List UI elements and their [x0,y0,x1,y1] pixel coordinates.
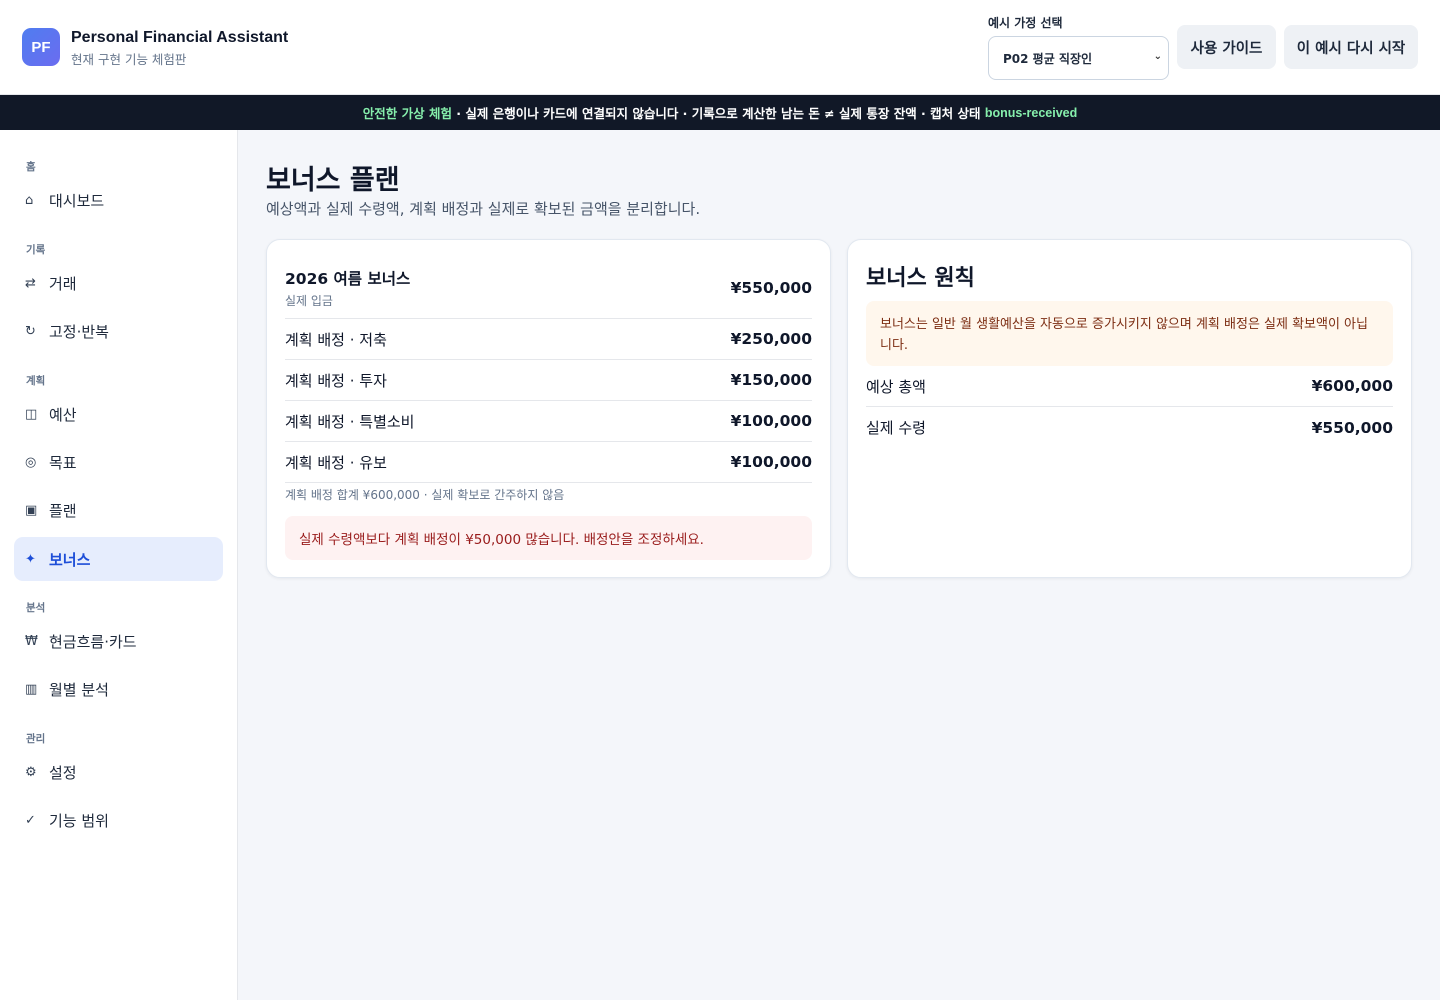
bonus-name: 2026 여름 보너스 [285,270,411,288]
allocation-row: 계획 배정 · 유보 ¥100,000 [285,442,812,483]
bonus-principles-card: 보너스 원칙 보너스는 일반 월 생활예산을 자동으로 증가시키지 않으며 계획… [847,239,1412,578]
sidebar-item-label: 대시보드 [49,191,105,210]
allocation-row: 계획 배정 · 특별소비 ¥100,000 [285,401,812,442]
allocation-amount: ¥100,000 [730,453,812,471]
budget-icon: ◫ [25,406,38,422]
swap-icon: ⇄ [25,275,36,291]
sidebar-section-home: 홈 [26,161,36,173]
page-title: 보너스 플랜 [266,165,400,196]
allocation-amount: ¥250,000 [730,330,812,348]
allocation-label: 계획 배정 · 유보 [285,453,387,472]
over-allocation-warning: 실제 수령액보다 계획 배정이 ¥50,000 많습니다. 배정안을 조정하세요… [285,516,812,560]
sidebar-item-monthly-analysis[interactable]: ▥ 월별 분석 [14,667,223,711]
sidebar-item-label: 고정·반복 [49,322,109,341]
bonus-card: 2026 여름 보너스 실제 입금 ¥550,000 계획 배정 · 저축 ¥2… [266,239,831,578]
sidebar-item-label: 플랜 [49,501,77,520]
expected-total-label: 예상 총액 [866,377,926,396]
restart-example-button[interactable]: 이 예시 다시 시작 [1284,25,1418,69]
app-logo: PF [22,28,60,66]
plan-icon: ▣ [25,502,38,518]
warning-text: 실제 수령액보다 계획 배정이 ¥50,000 많습니다. 배정안을 조정하세요… [299,532,704,548]
actual-received-value: ¥550,000 [1311,418,1393,437]
sidebar-section-planning: 계획 [26,375,46,387]
bonus-header-row: 2026 여름 보너스 실제 입금 ¥550,000 [285,258,812,319]
principles-notice: 보너스는 일반 월 생활예산을 자동으로 증가시키지 않으며 계획 배정은 실제… [866,301,1393,366]
allocation-label: 계획 배정 · 투자 [285,371,387,390]
scenario-select[interactable]: P02 평균 직장인 ⌄ [988,36,1169,80]
chevron-down-icon: ⌄ [1153,51,1162,62]
allocation-label: 계획 배정 · 저축 [285,330,387,349]
sidebar-item-label: 설정 [49,763,77,782]
banner-text: · 실제 은행이나 카드에 연결되지 않습니다 · 기록으로 계산한 남는 돈 … [451,106,985,121]
bar-chart-icon: ▥ [25,681,38,697]
actual-received-row: 실제 수령 ¥550,000 [866,407,1393,448]
sidebar-item-bonus[interactable]: ✦ 보너스 [14,537,223,581]
sidebar-item-label: 목표 [49,453,77,472]
check-icon: ✓ [25,812,36,828]
actual-received-label: 실제 수령 [866,419,926,437]
app-title: Personal Financial Assistant [71,29,289,46]
allocation-amount: ¥150,000 [730,371,812,389]
bonus-amount: ¥550,000 [730,279,812,297]
sparkle-icon: ✦ [25,551,36,567]
sidebar-item-recurring[interactable]: ↻ 고정·반복 [14,309,223,353]
sidebar-section-analysis: 분석 [26,602,46,614]
safety-banner: 안전한 가상 체험 · 실제 은행이나 카드에 연결되지 않습니다 · 기록으로… [0,95,1440,130]
app-header: PF Personal Financial Assistant 현재 구현 기능… [0,0,1440,95]
app-subtitle: 현재 구현 기능 체험판 [71,52,187,67]
sidebar-item-label: 예산 [49,405,77,424]
allocation-amount: ¥100,000 [730,412,812,430]
principles-title: 보너스 원칙 [866,266,975,291]
sidebar-item-plan[interactable]: ▣ 플랜 [14,488,223,532]
page-description: 예상액과 실제 수령액, 계획 배정과 실제로 확보된 금액을 분리합니다. [266,200,701,218]
sidebar-section-manage: 관리 [26,733,46,745]
allocation-row: 계획 배정 · 저축 ¥250,000 [285,319,812,360]
expected-total-value: ¥600,000 [1311,377,1393,395]
sidebar-item-feature-scope[interactable]: ✓ 기능 범위 [14,798,223,842]
refresh-icon: ↻ [25,323,36,339]
sidebar-item-goals[interactable]: ◎ 목표 [14,440,223,484]
sidebar-section-records: 기록 [26,244,46,256]
target-icon: ◎ [25,454,37,470]
sidebar-item-label: 거래 [49,274,77,293]
bonus-status: 실제 입금 [285,294,333,308]
sidebar-item-budget[interactable]: ◫ 예산 [14,392,223,436]
sidebar-item-label: 기능 범위 [49,811,109,830]
sidebar-item-label: 보너스 [49,550,91,569]
won-icon: ₩ [25,633,38,649]
notice-text: 보너스는 일반 월 생활예산을 자동으로 증가시키지 않으며 계획 배정은 실제… [880,317,1368,353]
banner-state: bonus-received [984,105,1078,120]
allocation-label: 계획 배정 · 특별소비 [285,412,415,431]
allocation-sum-note: 계획 배정 합계 ¥600,000 · 실제 확보로 간주하지 않음 [285,488,565,502]
sidebar: 홈 ⌂ 대시보드 기록 ⇄ 거래 ↻ 고정·반복 계획 ◫ 예산 ◎ 목표 ▣ … [0,130,238,1000]
scenario-select-label: 예시 가정 선택 [988,16,1063,30]
guide-button[interactable]: 사용 가이드 [1177,25,1276,69]
sidebar-item-settings[interactable]: ⚙ 설정 [14,750,223,794]
sidebar-item-transactions[interactable]: ⇄ 거래 [14,261,223,305]
sidebar-item-cashflow[interactable]: ₩ 현금흐름·카드 [14,619,223,663]
banner-highlight: 안전한 가상 체험 [362,106,452,121]
sidebar-item-dashboard[interactable]: ⌂ 대시보드 [14,178,223,222]
expected-total-row: 예상 총액 ¥600,000 [866,366,1393,407]
scenario-select-value: P02 평균 직장인 [1003,51,1093,66]
home-icon: ⌂ [25,192,34,208]
gear-icon: ⚙ [25,764,37,780]
sidebar-item-label: 월별 분석 [49,680,109,699]
sidebar-item-label: 현금흐름·카드 [49,632,137,651]
allocation-row: 계획 배정 · 투자 ¥150,000 [285,360,812,401]
